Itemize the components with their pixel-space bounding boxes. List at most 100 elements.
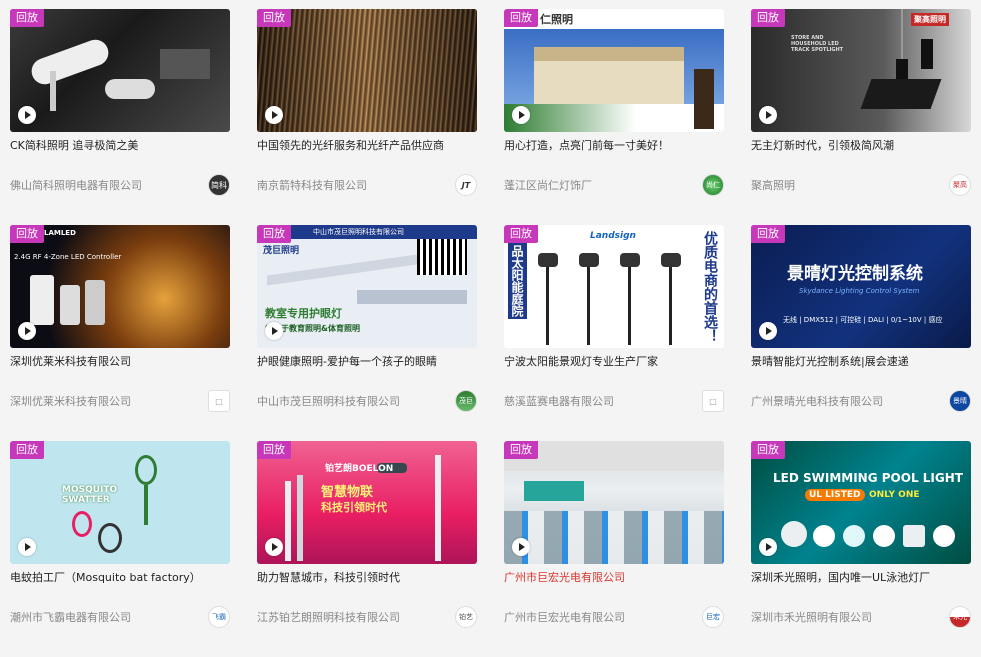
thumbnail-caption: LED SWIMMING POOL LIGHT	[773, 471, 963, 485]
company-name[interactable]: 中山市茂巨照明科技有限公司	[257, 393, 400, 409]
play-icon[interactable]	[18, 106, 36, 124]
thumbnail-caption: 茂巨照明	[263, 246, 300, 256]
video-thumbnail[interactable]: LAMLED 2.4G RF 4-Zone LED Controller 回放	[10, 225, 230, 348]
play-icon[interactable]	[265, 538, 283, 556]
video-thumbnail[interactable]: MOSQUITO SWATTER 回放	[10, 441, 230, 564]
thumbnail-image: Landsign 品太阳能庭院 优质电商的首选！	[504, 225, 724, 348]
thumbnail-caption-left: 品太阳能庭院	[508, 243, 527, 319]
company-logo-icon[interactable]: 茂巨	[455, 390, 477, 412]
replay-badge: 回放	[751, 441, 785, 459]
video-title[interactable]: 景晴智能灯光控制系统|展会速递	[751, 354, 971, 370]
card-meta: 中山市茂巨照明科技有限公司 茂巨	[257, 389, 477, 413]
video-card[interactable]: 聚高照明 STORE AND HOUSEHOLD LED TRACK SPOTL…	[751, 9, 971, 225]
thumbnail-image	[257, 9, 477, 132]
video-thumbnail[interactable]: 景晴灯光控制系统 Skydance Lighting Control Syste…	[751, 225, 971, 348]
play-icon[interactable]	[265, 322, 283, 340]
company-logo-icon[interactable]: 聚高	[949, 174, 971, 196]
play-icon[interactable]	[265, 106, 283, 124]
company-name[interactable]: 广州景晴光电科技有限公司	[751, 393, 883, 409]
company-name[interactable]: 佛山简科照明电器有限公司	[10, 177, 142, 193]
company-name[interactable]: 聚高照明	[751, 177, 795, 193]
company-logo-icon[interactable]: 飞霸	[208, 606, 230, 628]
video-title[interactable]: CK简科照明 追寻极简之美	[10, 138, 230, 154]
thumbnail-caption: LAMLED	[44, 229, 76, 237]
company-name[interactable]: 江苏铂艺朗照明科技有限公司	[257, 609, 400, 625]
video-title[interactable]: 助力智慧城市，科技引领时代	[257, 570, 477, 586]
video-thumbnail[interactable]: 铂艺朗BOELON 智慧物联 科技引领时代 回放	[257, 441, 477, 564]
video-title[interactable]: 深圳优莱米科技有限公司	[10, 354, 230, 370]
thumbnail-tags: 无线 | DMX512 | 可控硅 | DALI | 0/1~10V | 感应	[783, 316, 943, 324]
video-card[interactable]: LED SWIMMING POOL LIGHT UL LISTED ONLY O…	[751, 441, 971, 657]
company-logo-icon[interactable]: □	[208, 390, 230, 412]
video-card[interactable]: Landsign 品太阳能庭院 优质电商的首选！ 回放 宁波太阳能景观灯专业生产…	[504, 225, 724, 441]
video-card[interactable]: 回放 CK简科照明 追寻极简之美 佛山简科照明电器有限公司 简科	[10, 9, 230, 225]
video-card[interactable]: MOSQUITO SWATTER 回放 电蚊拍工厂（Mosquito bat f…	[10, 441, 230, 657]
video-card[interactable]: 回放 广州市巨宏光电有限公司 广州市巨宏光电有限公司 巨宏	[504, 441, 724, 657]
thumbnail-subcaption: STORE AND HOUSEHOLD LED TRACK SPOTLIGHT	[791, 35, 844, 53]
thumbnail-image: 铂艺朗BOELON 智慧物联 科技引领时代	[257, 441, 477, 564]
company-logo-icon[interactable]: 景晴	[949, 390, 971, 412]
thumbnail-caption: MOSQUITO SWATTER	[62, 485, 118, 505]
company-logo-icon[interactable]: 简科	[208, 174, 230, 196]
video-title[interactable]: 电蚊拍工厂（Mosquito bat factory）	[10, 570, 230, 586]
video-title[interactable]: 中国领先的光纤服务和光纤产品供应商	[257, 138, 477, 154]
company-name[interactable]: 潮州市飞霸电器有限公司	[10, 609, 131, 625]
company-logo-icon[interactable]: 铂艺	[455, 606, 477, 628]
video-card[interactable]: 中山市茂巨照明科技有限公司 茂巨照明 教室专用护眼灯 专注于教育照明&体育照明 …	[257, 225, 477, 441]
play-icon[interactable]	[512, 538, 530, 556]
company-name[interactable]: 深圳优莱米科技有限公司	[10, 393, 131, 409]
thumbnail-header: 中山市茂巨照明科技有限公司	[313, 228, 404, 236]
company-logo-icon[interactable]: 禾光	[949, 606, 971, 628]
video-thumbnail[interactable]: 回放	[10, 9, 230, 132]
play-icon[interactable]	[512, 106, 530, 124]
company-logo-icon[interactable]: □	[702, 390, 724, 412]
video-thumbnail[interactable]: 聚高照明 STORE AND HOUSEHOLD LED TRACK SPOTL…	[751, 9, 971, 132]
play-icon[interactable]	[18, 322, 36, 340]
video-thumbnail[interactable]: 中山市茂巨照明科技有限公司 茂巨照明 教室专用护眼灯 专注于教育照明&体育照明 …	[257, 225, 477, 348]
video-title[interactable]: 广州市巨宏光电有限公司	[504, 570, 724, 586]
video-title[interactable]: 深圳禾光照明，国内唯一UL泳池灯厂	[751, 570, 971, 586]
video-thumbnail[interactable]: 回放	[504, 441, 724, 564]
video-title[interactable]: 用心打造，点亮门前每一寸美好！	[504, 138, 724, 154]
replay-badge: 回放	[10, 9, 44, 27]
company-name[interactable]: 慈溪蓝赛电器有限公司	[504, 393, 614, 409]
play-icon[interactable]	[759, 538, 777, 556]
thumbnail-subcaption: Skydance Lighting Control System	[799, 287, 920, 295]
card-meta: 江苏铂艺朗照明科技有限公司 铂艺	[257, 605, 477, 629]
thumbnail-ul-label: UL LISTED	[805, 489, 865, 501]
play-icon[interactable]	[18, 538, 36, 556]
company-name[interactable]: 南京箭特科技有限公司	[257, 177, 367, 193]
thumbnail-image: MOSQUITO SWATTER	[10, 441, 230, 564]
video-card[interactable]: 回放 中国领先的光纤服务和光纤产品供应商 南京箭特科技有限公司 JT	[257, 9, 477, 225]
company-logo-icon[interactable]: JT	[455, 174, 477, 196]
company-logo-icon[interactable]: 尚仁	[702, 174, 724, 196]
card-meta: 深圳优莱米科技有限公司 □	[10, 389, 230, 413]
replay-badge: 回放	[257, 441, 291, 459]
company-name[interactable]: 广州市巨宏光电有限公司	[504, 609, 625, 625]
video-title[interactable]: 无主灯新时代，引领极简风潮	[751, 138, 971, 154]
video-thumbnail[interactable]: LED SWIMMING POOL LIGHT UL LISTED ONLY O…	[751, 441, 971, 564]
thumbnail-caption: 铂艺朗BOELON	[325, 464, 394, 474]
video-title[interactable]: 护眼健康照明-爱护每一个孩子的眼睛	[257, 354, 477, 370]
thumbnail-image: LED SWIMMING POOL LIGHT UL LISTED ONLY O…	[751, 441, 971, 564]
thumbnail-caption: Landsign	[590, 231, 636, 241]
play-icon[interactable]	[759, 322, 777, 340]
replay-badge: 回放	[504, 441, 538, 459]
video-thumbnail[interactable]: 回放	[257, 9, 477, 132]
thumbnail-image: 聚高照明 STORE AND HOUSEHOLD LED TRACK SPOTL…	[751, 9, 971, 132]
company-logo-icon[interactable]: 巨宏	[702, 606, 724, 628]
replay-badge: 回放	[257, 9, 291, 27]
replay-badge: 回放	[504, 225, 538, 243]
video-thumbnail[interactable]: 仁照明 回放	[504, 9, 724, 132]
video-card[interactable]: 景晴灯光控制系统 Skydance Lighting Control Syste…	[751, 225, 971, 441]
company-name[interactable]: 蓬江区尚仁灯饰厂	[504, 177, 592, 193]
thumbnail-caption-line1: 智慧物联	[321, 485, 374, 500]
video-card[interactable]: LAMLED 2.4G RF 4-Zone LED Controller 回放 …	[10, 225, 230, 441]
company-name[interactable]: 深圳市禾光照明有限公司	[751, 609, 872, 625]
play-icon[interactable]	[759, 106, 777, 124]
video-thumbnail[interactable]: Landsign 品太阳能庭院 优质电商的首选！ 回放	[504, 225, 724, 348]
video-card[interactable]: 仁照明 回放 用心打造，点亮门前每一寸美好！ 蓬江区尚仁灯饰厂 尚仁	[504, 9, 724, 225]
video-title[interactable]: 宁波太阳能景观灯专业生产厂家	[504, 354, 724, 370]
video-card[interactable]: 铂艺朗BOELON 智慧物联 科技引领时代 回放 助力智慧城市，科技引领时代 江…	[257, 441, 477, 657]
replay-badge: 回放	[504, 9, 538, 27]
